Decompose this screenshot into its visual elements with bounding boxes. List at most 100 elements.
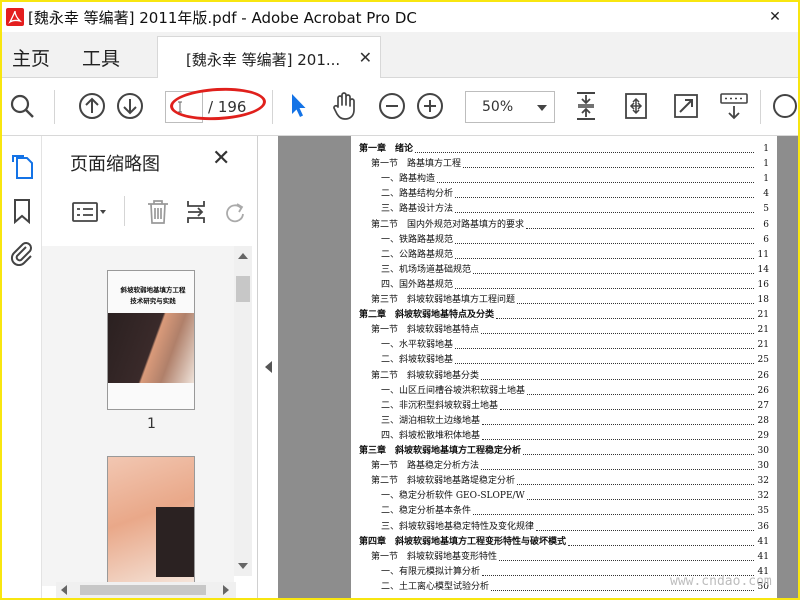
fit-page-button[interactable] bbox=[570, 90, 602, 122]
comment-button[interactable] bbox=[768, 90, 798, 122]
hand-tool-button[interactable] bbox=[328, 90, 360, 122]
toc-line: 第三节 斜坡软弱地基填方工程问题 18 bbox=[371, 293, 769, 308]
zoom-level-select[interactable]: 50% bbox=[465, 91, 555, 123]
page-thumbnails-button[interactable] bbox=[9, 154, 35, 180]
keyboard-arrow-icon bbox=[720, 93, 748, 120]
panel-title: 页面缩略图 bbox=[70, 154, 160, 175]
toc-page-number: 26 bbox=[757, 370, 769, 381]
toc-line: 四、国外路基规范 16 bbox=[381, 278, 769, 293]
toc-line: 一、山区丘间槽谷坡洪积软弱土地基 26 bbox=[381, 384, 769, 399]
toc-line: 二、公路路基规范 11 bbox=[381, 248, 769, 263]
toc-line: 第一节 斜坡软弱地基变形特性 41 bbox=[371, 550, 769, 565]
toc-entry-label: 三、路基设计方法 bbox=[381, 204, 454, 215]
toc-line: 一、路基构造 1 bbox=[381, 172, 769, 187]
full-screen-button[interactable] bbox=[670, 90, 702, 122]
toc-entry-label: 二、公路路基规范 bbox=[381, 249, 454, 260]
toc-leader-dots bbox=[526, 227, 754, 229]
zoom-out-button[interactable] bbox=[376, 90, 408, 122]
toc-line: 三、湖泊相软土边缘地基 28 bbox=[381, 414, 769, 429]
toc-page-number: 32 bbox=[757, 476, 769, 487]
thumbnail-horizontal-scrollbar[interactable] bbox=[56, 582, 236, 598]
toc-leader-dots bbox=[496, 318, 754, 320]
toc-page-number: 6 bbox=[763, 234, 769, 245]
arrow-down-circle-icon bbox=[117, 93, 143, 119]
trash-icon bbox=[148, 200, 168, 224]
next-page-button[interactable] bbox=[114, 90, 146, 122]
thumbnail-page-number: 1 bbox=[147, 416, 156, 432]
toc-leader-dots bbox=[517, 484, 754, 486]
toc-page-number: 41 bbox=[757, 551, 769, 562]
toc-leader-dots bbox=[455, 287, 754, 289]
zoom-in-button[interactable] bbox=[414, 90, 446, 122]
rotate-icon bbox=[226, 203, 244, 223]
minus-circle-icon bbox=[379, 93, 405, 119]
window-close-button[interactable]: ✕ bbox=[752, 2, 798, 32]
toc-page-number: 26 bbox=[757, 385, 769, 396]
chevron-left-icon bbox=[264, 361, 272, 373]
toc-entry-label: 二、斜坡软弱地基 bbox=[381, 355, 454, 366]
tab-bar: 主页 工具 [魏永幸 等编著] 201... ✕ bbox=[2, 32, 798, 79]
scroll-mode-button[interactable] bbox=[620, 90, 652, 122]
navigation-rail bbox=[2, 136, 42, 598]
select-tool-button[interactable] bbox=[282, 90, 314, 122]
rotate-page-button[interactable] bbox=[222, 196, 248, 228]
toc-line: 第二节 斜坡软弱地基路堤稳定分析 32 bbox=[371, 474, 769, 489]
page-thumbnail-2[interactable] bbox=[107, 456, 195, 586]
toc-page-number: 21 bbox=[757, 340, 769, 351]
toc-entry-label: 二、非沉积型斜坡软弱土地基 bbox=[381, 400, 499, 411]
search-button[interactable] bbox=[6, 90, 38, 122]
pdf-page: 第一章 绪论 1 第一节 路基填方工程 1 一、路基构造 1 二、路基结构分析 4 三、路基设计… bbox=[351, 136, 777, 598]
toc-page-number: 18 bbox=[757, 295, 769, 305]
document-tab[interactable]: [魏永幸 等编著] 201... ✕ bbox=[157, 36, 381, 79]
plus-circle-icon bbox=[417, 93, 443, 119]
attachments-button[interactable] bbox=[9, 240, 35, 266]
vertical-scroll-thumb[interactable] bbox=[236, 276, 250, 302]
thumbnail-options-button[interactable] bbox=[70, 196, 110, 228]
thumbnail-vertical-scrollbar[interactable] bbox=[234, 246, 252, 576]
page-thumbnail-1[interactable]: 斜坡软弱地基填方工程技术研究与实践 bbox=[107, 270, 195, 410]
toc-leader-dots bbox=[455, 197, 754, 199]
toc-entry-label: 第一节 斜坡软弱地基特点 bbox=[371, 325, 480, 336]
menu-tools[interactable]: 工具 bbox=[82, 44, 120, 71]
toc-entry-label: 第三节 斜坡软弱地基填方工程问题 bbox=[371, 295, 516, 305]
arrow-up-circle-icon bbox=[79, 93, 105, 119]
toc-entry-label: 第二节 斜坡软弱地基路堤稳定分析 bbox=[371, 476, 516, 487]
toc-entry-label: 一、稳定分析软件 GEO-SLOPE/W bbox=[381, 491, 525, 502]
toc-entry-label: 一、路基构造 bbox=[381, 174, 436, 185]
toc-page-number: 41 bbox=[757, 536, 769, 547]
full-screen-icon bbox=[674, 94, 698, 118]
insert-page-button[interactable] bbox=[182, 196, 214, 228]
toc-line: 二、斜坡软弱地基 25 bbox=[381, 353, 769, 368]
document-view[interactable]: 第一章 绪论 1 第一节 路基填方工程 1 一、路基构造 1 二、路基结构分析 4 三、路基设计… bbox=[278, 136, 798, 598]
options-menu-icon bbox=[72, 202, 106, 222]
previous-page-button[interactable] bbox=[76, 90, 108, 122]
toc-leader-dots bbox=[481, 378, 754, 380]
delete-pages-button[interactable] bbox=[142, 196, 174, 228]
toc-entry-label: 二、土工离心模型试验分析 bbox=[381, 581, 490, 592]
toc-line: 三、斜坡软弱地基稳定特性及变化规律 36 bbox=[381, 520, 769, 535]
toc-chapter-line: 第一章 绪论 1 bbox=[359, 142, 769, 157]
toc-leader-dots bbox=[455, 257, 754, 259]
toc-page-number: 35 bbox=[757, 506, 769, 517]
toc-page-number: 1 bbox=[763, 174, 769, 185]
tab-close-icon[interactable]: ✕ bbox=[359, 48, 372, 67]
horizontal-scroll-thumb[interactable] bbox=[80, 585, 206, 595]
search-icon bbox=[10, 94, 34, 118]
toc-line: 第一节 路基填方工程 1 bbox=[371, 157, 769, 172]
thumbnail-list: 斜坡软弱地基填方工程技术研究与实践 1 bbox=[42, 246, 234, 586]
panel-collapse-handle[interactable] bbox=[258, 136, 278, 598]
panel-close-icon[interactable]: ✕ bbox=[212, 146, 230, 171]
toc-leader-dots bbox=[455, 348, 754, 350]
menu-home[interactable]: 主页 bbox=[12, 44, 50, 71]
keyboard-mode-button[interactable] bbox=[718, 90, 750, 122]
toc-page-number: 21 bbox=[757, 325, 769, 336]
toc-leader-dots bbox=[568, 544, 754, 546]
toc-page-number: 21 bbox=[757, 310, 769, 321]
toc-line: 三、机场场道基础规范 14 bbox=[381, 263, 769, 278]
toc-leader-dots bbox=[536, 529, 754, 531]
bookmarks-button[interactable] bbox=[9, 198, 35, 224]
toc-leader-dots bbox=[526, 499, 754, 501]
toc-entry-label: 一、有限元模拟计算分析 bbox=[381, 566, 481, 577]
acrobat-window: [魏永幸 等编著] 2011年版.pdf - Adobe Acrobat Pro… bbox=[2, 2, 798, 598]
toc-entry-label: 三、斜坡软弱地基稳定特性及变化规律 bbox=[381, 521, 535, 532]
